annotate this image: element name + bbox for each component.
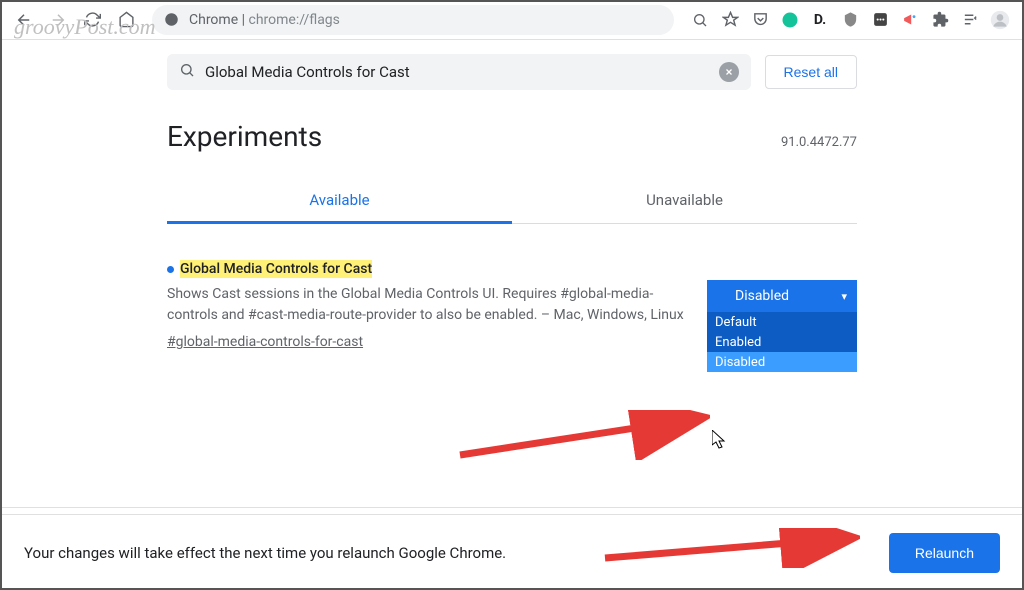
reset-all-button[interactable]: Reset all (765, 55, 857, 89)
profile-avatar[interactable] (990, 10, 1010, 30)
flag-title: Global Media Controls for Cast (180, 260, 372, 278)
watermark-text: groovyPost.com (14, 14, 156, 40)
extension-grammarly-icon[interactable] (780, 10, 800, 30)
tab-unavailable[interactable]: Unavailable (512, 179, 857, 223)
search-input[interactable]: Global Media Controls for Cast (205, 63, 719, 81)
tabs: Available Unavailable (167, 179, 857, 224)
annotation-arrow-icon (600, 528, 860, 568)
flags-search-box[interactable]: Global Media Controls for Cast (167, 54, 751, 90)
dropdown-option-default[interactable]: Default (707, 312, 857, 332)
address-text: Chrome | chrome://flags (189, 12, 340, 28)
modified-dot-icon (167, 266, 174, 273)
pocket-icon[interactable] (750, 10, 770, 30)
relaunch-bar: Your changes will take effect the next t… (0, 514, 1024, 590)
tab-available[interactable]: Available (167, 179, 512, 224)
version-text: 91.0.4472.77 (781, 135, 857, 150)
flag-hash-link[interactable]: #global-media-controls-for-cast (167, 334, 363, 350)
extension-shield-icon[interactable] (840, 10, 860, 30)
flag-state-dropdown[interactable]: Disabled ▾ (707, 280, 857, 312)
extensions-icon[interactable] (930, 10, 950, 30)
reading-list-icon[interactable] (960, 10, 980, 30)
relaunch-button[interactable]: Relaunch (889, 533, 1000, 573)
dropdown-options-list: Default Enabled Disabled (707, 312, 857, 372)
extension-dots-icon[interactable] (870, 10, 890, 30)
page-title: Experiments (167, 120, 322, 153)
mouse-cursor-icon (712, 430, 728, 450)
site-info-icon[interactable] (164, 12, 179, 27)
dropdown-option-disabled[interactable]: Disabled (707, 352, 857, 372)
dropdown-selected-value: Disabled (735, 288, 789, 304)
dropdown-option-enabled[interactable]: Enabled (707, 332, 857, 352)
chevron-down-icon: ▾ (841, 290, 847, 303)
search-icon (179, 62, 195, 82)
zoom-icon[interactable] (690, 10, 710, 30)
extension-megaphone-icon[interactable] (900, 10, 920, 30)
annotation-arrow-icon (455, 410, 710, 460)
bookmark-icon[interactable] (720, 10, 740, 30)
relaunch-message: Your changes will take effect the next t… (24, 544, 506, 562)
flag-description: Shows Cast sessions in the Global Media … (167, 284, 687, 326)
toolbar-actions: D. (686, 10, 1014, 30)
clear-search-button[interactable] (719, 62, 739, 82)
extension-d-icon[interactable]: D. (810, 10, 830, 30)
address-bar[interactable]: Chrome | chrome://flags (152, 5, 674, 35)
